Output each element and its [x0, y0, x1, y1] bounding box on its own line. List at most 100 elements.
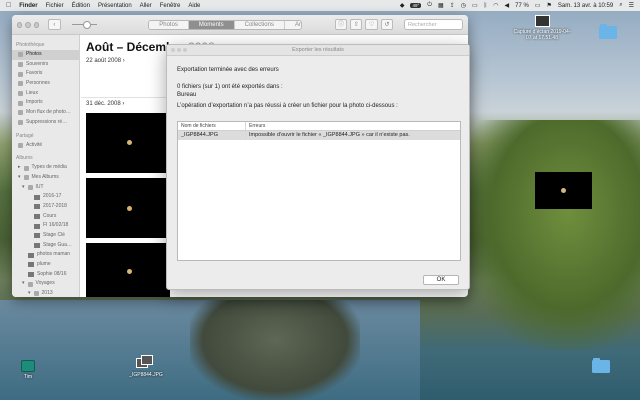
tab-annees[interactable]: Années	[284, 20, 301, 29]
favorite-button[interactable]: ♡	[365, 19, 378, 30]
desktop-screenshot-file[interactable]: Capture d’écran 2019-04-07 at 17.51.48	[512, 15, 572, 41]
battery-label[interactable]: 77 %	[515, 3, 529, 9]
dialog-heading: Exportation terminée avec des erreurs	[177, 67, 279, 73]
sidebar-item-album[interactable]: 2017-2018	[12, 202, 79, 212]
sidebar-item-album[interactable]: 2016-17	[12, 192, 79, 202]
photo-thumbnail[interactable]	[86, 113, 170, 173]
photo-thumbnail[interactable]	[86, 243, 170, 297]
zoom-button[interactable]	[183, 48, 187, 52]
apple-menu-icon[interactable]: 	[6, 2, 11, 9]
tab-collections[interactable]: Collections	[234, 20, 285, 29]
sidebar-item-voyages[interactable]: ▾ Voyages	[12, 279, 79, 289]
volume-icon[interactable]: ◀	[504, 2, 509, 9]
chevron-right-icon[interactable]: ▸	[18, 163, 21, 173]
time-machine-icon[interactable]: ◷	[461, 2, 466, 9]
column-header-errors[interactable]: Erreurs	[246, 122, 460, 130]
sidebar-item-activite[interactable]: Activité	[12, 141, 79, 151]
menu-bar:  Finder Fichier Édition Présentation Al…	[0, 0, 640, 11]
menu-list-icon[interactable]: ☰	[629, 2, 634, 9]
zoom-slider[interactable]	[71, 21, 98, 28]
desktop-folder-bottom[interactable]	[590, 358, 612, 373]
table-row[interactable]: _IGP8844.JPG Impossible d’ouvrir le fich…	[178, 131, 460, 140]
desktop-timemachine[interactable]: Tim	[18, 360, 38, 380]
minimize-button[interactable]	[25, 21, 31, 28]
desktop-moon-photo[interactable]	[535, 172, 592, 209]
sidebar-item-iut[interactable]: ▾ IUT	[12, 183, 79, 193]
sidebar-item-album[interactable]: plume	[12, 260, 79, 270]
chevron-right-icon: ›	[122, 101, 125, 107]
sidebar-item-photostream[interactable]: Mon flux de photo…	[12, 108, 79, 118]
status-area: ◆ 49° ⏻ ▦ ⇪ ◷ ▭ ᛒ ◠ ◀ 77 % ▭ ⚑ Sam. 13 a…	[400, 2, 634, 9]
sidebar-item-souvenirs[interactable]: Souvenirs	[12, 60, 79, 70]
close-button[interactable]	[171, 48, 175, 52]
search-icon[interactable]: ⌕	[619, 2, 622, 9]
temperature-badge[interactable]: 49°	[410, 3, 422, 8]
sidebar-item-album[interactable]: Sophie 08/16	[12, 270, 79, 280]
info-button[interactable]: ⓘ	[334, 19, 348, 30]
sidebar-item-my-albums[interactable]: ▾ Mes Albums	[12, 173, 79, 183]
datetime[interactable]: Sam. 13 avr. à 10:59	[558, 3, 613, 9]
search-input[interactable]: Rechercher	[404, 19, 463, 30]
share-button[interactable]: ⇧	[350, 19, 363, 30]
dialog-title: Exporter les résultats	[292, 47, 344, 53]
chevron-down-icon[interactable]: ▾	[18, 173, 21, 183]
tab-moments[interactable]: Moments	[188, 20, 235, 29]
sidebar-item-deleted[interactable]: Suppressions ré…	[12, 118, 79, 128]
upload-icon[interactable]: ⇪	[450, 2, 455, 9]
sidebar-item-lieux[interactable]: Lieux	[12, 89, 79, 99]
album-thumbnail	[28, 262, 34, 268]
moment-header[interactable]: 31 déc. 2008 ›	[86, 101, 124, 107]
power-icon[interactable]: ⏻	[427, 2, 432, 9]
sidebar-item-album[interactable]: FI 16/02/18	[12, 221, 79, 231]
row-error: Impossible d’ouvrir le fichier « _IGP884…	[249, 132, 410, 138]
back-button[interactable]: ‹	[48, 19, 61, 30]
menu-aller[interactable]: Aller	[140, 3, 152, 9]
flag-icon[interactable]: ⚑	[546, 2, 551, 9]
sidebar-item-media-types[interactable]: ▸ Types de média	[12, 163, 79, 173]
bluetooth-icon[interactable]: ᛒ	[484, 3, 488, 9]
menu-fenetre[interactable]: Fenêtre	[160, 3, 181, 9]
menu-presentation[interactable]: Présentation	[98, 3, 132, 9]
cloud-icon	[18, 142, 23, 148]
sidebar-item-album[interactable]: photos maman	[12, 250, 79, 260]
rotate-button[interactable]: ↺	[380, 19, 394, 30]
photo-thumbnail[interactable]	[86, 178, 170, 238]
sidebar-item-personnes[interactable]: Personnes	[12, 79, 79, 89]
timemachine-label: Tim	[23, 374, 33, 380]
tab-photos[interactable]: Photos	[149, 20, 189, 29]
grid-icon[interactable]: ▦	[438, 2, 444, 9]
chevron-down-icon[interactable]: ▾	[28, 289, 31, 297]
minimize-button[interactable]	[177, 48, 181, 52]
folder-icon	[33, 291, 39, 297]
ok-button[interactable]: OK	[423, 275, 459, 285]
desktop-folder-top[interactable]	[597, 24, 619, 39]
sidebar-item-photos[interactable]: Photos	[12, 50, 79, 60]
moment-header[interactable]: 22 août 2008 ›	[86, 58, 125, 64]
sidebar-item-album[interactable]: Cours	[12, 212, 79, 222]
menu-finder[interactable]: Finder	[19, 3, 37, 9]
moon-image	[561, 188, 566, 193]
folder-icon	[599, 24, 617, 39]
menu-edition[interactable]: Édition	[72, 3, 90, 9]
close-button[interactable]	[17, 21, 23, 28]
sidebar-item-album[interactable]: Stage Gua…	[12, 241, 79, 251]
zoom-button[interactable]	[33, 21, 40, 28]
menu-aide[interactable]: Aide	[188, 3, 200, 9]
dropbox-icon[interactable]: ◆	[400, 2, 405, 9]
sidebar-item-album[interactable]: Stage Clé	[12, 231, 79, 241]
wifi-icon[interactable]: ◠	[493, 2, 498, 9]
menu-fichier[interactable]: Fichier	[46, 3, 64, 9]
column-header-file[interactable]: Nom de fichiers	[178, 122, 246, 130]
album-thumbnail	[34, 194, 40, 200]
sidebar-item-imports[interactable]: Imports	[12, 98, 79, 108]
chevron-down-icon[interactable]: ▾	[22, 183, 25, 193]
battery-icon[interactable]: ▭	[535, 2, 541, 9]
desktop-photo-stack[interactable]: _IGP8844.JPG	[126, 355, 166, 378]
export-destination: Bureau	[177, 92, 197, 98]
sidebar-item-2013[interactable]: ▾ 2013	[12, 289, 79, 297]
airplay-icon[interactable]: ▭	[472, 2, 478, 9]
errors-table: Nom de fichiers Erreurs _IGP8844.JPG Imp…	[177, 121, 461, 261]
chevron-down-icon[interactable]: ▾	[22, 279, 25, 289]
sidebar-item-favoris[interactable]: Favoris	[12, 69, 79, 79]
cloud-icon	[18, 110, 23, 116]
